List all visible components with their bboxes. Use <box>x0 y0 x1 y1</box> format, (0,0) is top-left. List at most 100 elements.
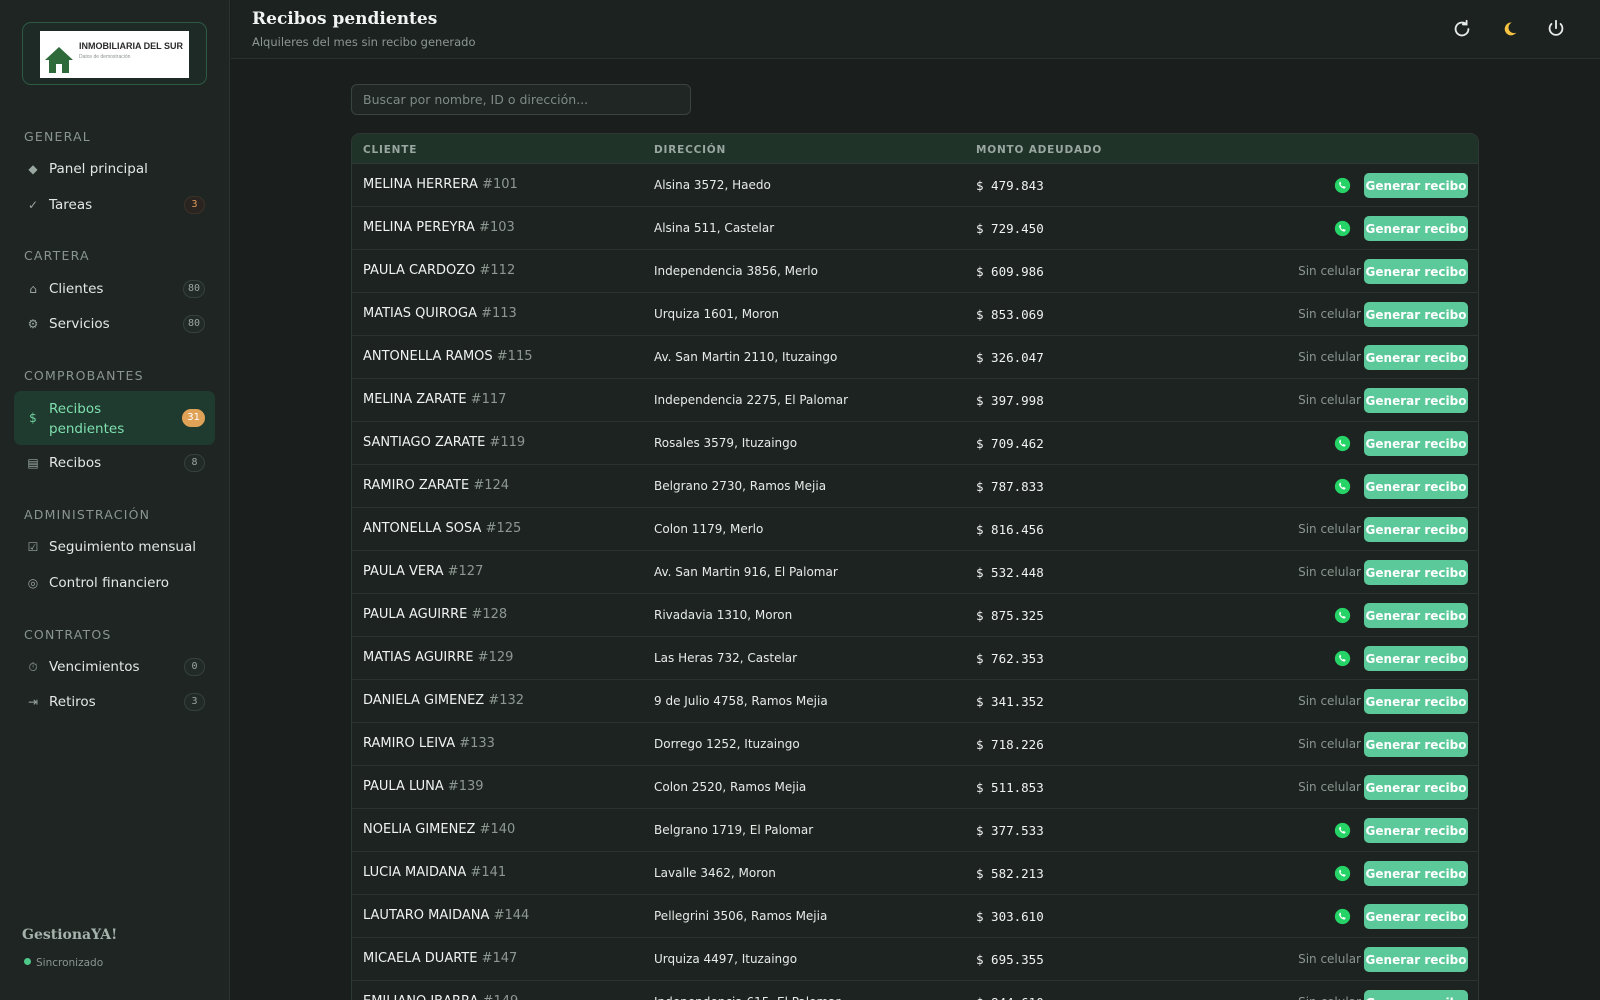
client-id: #139 <box>447 779 484 794</box>
client-name: ANTONELLA SOSA <box>363 521 482 536</box>
client-name-cell: RAMIRO LEIVA #133 <box>363 736 495 751</box>
amount-cell: $ 853.069 <box>976 307 1044 322</box>
address-cell: Colon 2520, Ramos Mejia <box>654 780 807 794</box>
amount-cell: $ 377.533 <box>976 823 1044 838</box>
generate-receipt-button[interactable]: Generar recibo <box>1364 775 1468 800</box>
nav-item-tareas[interactable]: ✓ Tareas 3 <box>14 188 215 222</box>
generate-receipt-button[interactable]: Generar recibo <box>1364 474 1468 499</box>
generate-receipt-button[interactable]: Generar recibo <box>1364 732 1468 757</box>
whatsapp-icon[interactable] <box>1334 220 1351 237</box>
whatsapp-icon[interactable] <box>1334 822 1351 839</box>
client-name: PAULA AGUIRRE <box>363 607 468 622</box>
client-name: NOELIA GIMENEZ <box>363 822 476 837</box>
no-phone-label: Sin celular <box>1298 350 1361 364</box>
column-header-monto: MONTO ADEUDADO <box>976 144 1103 156</box>
logo: INMOBILIARIA DEL SUR Datos de demostraci… <box>40 31 189 78</box>
nav-item-label: Vencimientos <box>49 659 140 675</box>
logout-button[interactable] <box>1545 18 1567 40</box>
generate-receipt-button[interactable]: Generar recibo <box>1364 517 1468 542</box>
whatsapp-icon[interactable] <box>1334 478 1351 495</box>
client-name-cell: PAULA LUNA #139 <box>363 779 484 794</box>
nav-item-retiros[interactable]: ⇥ Retiros 3 <box>14 685 215 719</box>
address-cell: Independencia 3856, Merlo <box>654 264 818 278</box>
client-name-cell: MELINA HERRERA #101 <box>363 177 518 192</box>
client-name-cell: MATIAS QUIROGA #113 <box>363 306 517 321</box>
address-cell: Belgrano 1719, El Palomar <box>654 823 814 837</box>
generate-receipt-button[interactable]: Generar recibo <box>1364 990 1468 1000</box>
generate-receipt-button[interactable]: Generar recibo <box>1364 431 1468 456</box>
refresh-button[interactable] <box>1451 18 1473 40</box>
table-row: PAULA CARDOZO #112 Independencia 3856, Me… <box>352 250 1478 293</box>
address-cell: Independencia 615, El Palomar <box>654 995 840 1000</box>
nav-item-servicios[interactable]: ⚙ Servicios 80 <box>14 307 215 341</box>
client-id: #129 <box>477 650 514 665</box>
nav-section-administracion: ADMINISTRACIÓN <box>24 507 151 522</box>
logo-card[interactable]: INMOBILIARIA DEL SUR Datos de demostraci… <box>22 22 207 85</box>
search-input[interactable] <box>351 84 691 115</box>
whatsapp-icon[interactable] <box>1334 908 1351 925</box>
whatsapp-icon[interactable] <box>1334 177 1351 194</box>
generate-receipt-button[interactable]: Generar recibo <box>1364 904 1468 929</box>
generate-receipt-button[interactable]: Generar recibo <box>1364 603 1468 628</box>
house-logo-icon <box>45 47 73 73</box>
address-cell: Independencia 2275, El Palomar <box>654 393 849 407</box>
table-row: RAMIRO LEIVA #133 Dorrego 1252, Ituzaingo… <box>352 723 1478 766</box>
nav-item-label: Retiros <box>49 694 96 710</box>
generate-receipt-button[interactable]: Generar recibo <box>1364 173 1468 198</box>
generate-receipt-button[interactable]: Generar recibo <box>1364 388 1468 413</box>
no-phone-label: Sin celular <box>1298 522 1361 536</box>
address-cell: Urquiza 1601, Moron <box>654 307 780 321</box>
generate-receipt-button[interactable]: Generar recibo <box>1364 861 1468 886</box>
client-name-cell: MELINA PEREYRA #103 <box>363 220 515 235</box>
amount-cell: $ 479.843 <box>976 178 1044 193</box>
client-id: #115 <box>496 349 533 364</box>
generate-receipt-button[interactable]: Generar recibo <box>1364 818 1468 843</box>
generate-receipt-button[interactable]: Generar recibo <box>1364 560 1468 585</box>
header: Recibos pendientes Alquileres del mes si… <box>231 0 1600 59</box>
table-row: ANTONELLA RAMOS #115 Av. San Martin 2110,… <box>352 336 1478 379</box>
generate-receipt-button[interactable]: Generar recibo <box>1364 646 1468 671</box>
client-name-cell: PAULA AGUIRRE #128 <box>363 607 507 622</box>
client-name: RAMIRO ZARATE <box>363 478 470 493</box>
generate-receipt-button[interactable]: Generar recibo <box>1364 216 1468 241</box>
nav-item-recibos[interactable]: ▤ Recibos 8 <box>14 446 215 480</box>
table-row: MATIAS AGUIRRE #129 Las Heras 732, Castel… <box>352 637 1478 680</box>
client-id: #112 <box>479 263 516 278</box>
generate-receipt-button[interactable]: Generar recibo <box>1364 947 1468 972</box>
status-dot-icon <box>24 958 31 965</box>
amount-cell: $ 729.450 <box>976 221 1044 236</box>
address-cell: 9 de Julio 4758, Ramos Mejia <box>654 694 828 708</box>
generate-receipt-button[interactable]: Generar recibo <box>1364 259 1468 284</box>
amount-cell: $ 303.610 <box>976 909 1044 924</box>
generate-receipt-button[interactable]: Generar recibo <box>1364 689 1468 714</box>
whatsapp-icon[interactable] <box>1334 607 1351 624</box>
timer-icon: ⏱ <box>28 660 38 674</box>
generate-receipt-button[interactable]: Generar recibo <box>1364 345 1468 370</box>
sync-status: Sincronizado <box>24 957 103 969</box>
client-name-cell: SANTIAGO ZARATE #119 <box>363 435 525 450</box>
address-cell: Alsina 511, Castelar <box>654 221 775 235</box>
client-name-cell: DANIELA GIMENEZ #132 <box>363 693 524 708</box>
table-row: MELINA PEREYRA #103 Alsina 511, Castelar $… <box>352 207 1478 250</box>
whatsapp-icon[interactable] <box>1334 650 1351 667</box>
address-cell: Belgrano 2730, Ramos Mejia <box>654 479 827 493</box>
nav-item-vencimientos[interactable]: ⏱ Vencimientos 0 <box>14 650 215 684</box>
client-id: #101 <box>482 177 518 192</box>
nav-item-seguimiento-mensual[interactable]: ☑ Seguimiento mensual <box>14 530 215 564</box>
client-name: PAULA VERA <box>363 564 444 579</box>
generate-receipt-button[interactable]: Generar recibo <box>1364 302 1468 327</box>
theme-toggle-button[interactable] <box>1498 18 1520 40</box>
whatsapp-icon[interactable] <box>1334 865 1351 882</box>
count-badge: 80 <box>182 280 205 298</box>
nav-item-recibos-pendientes[interactable]: $ Recibos pendientes 31 <box>14 391 215 445</box>
amount-cell: $ 695.355 <box>976 952 1044 967</box>
nav-item-panel-principal[interactable]: ◆ Panel principal <box>14 152 215 186</box>
amount-cell: $ 582.213 <box>976 866 1044 881</box>
amount-cell: $ 341.352 <box>976 694 1044 709</box>
nav-item-clientes[interactable]: ⌂ Clientes 80 <box>14 272 215 306</box>
address-cell: Dorrego 1252, Ituzaingo <box>654 737 800 751</box>
nav-item-control-financiero[interactable]: ◎ Control financiero <box>14 566 215 600</box>
table-row: RAMIRO ZARATE #124 Belgrano 2730, Ramos M… <box>352 465 1478 508</box>
whatsapp-icon[interactable] <box>1334 435 1351 452</box>
address-cell: Colon 1179, Merlo <box>654 522 764 536</box>
